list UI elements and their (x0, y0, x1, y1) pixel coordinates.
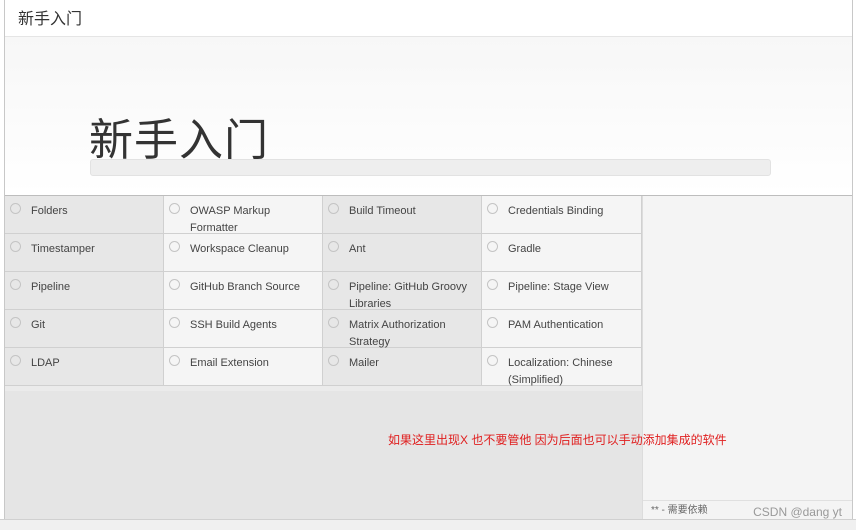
plugin-item: PAM Authentication (482, 310, 642, 348)
plugin-name: Pipeline (31, 281, 71, 293)
status-circle-icon (10, 355, 21, 366)
page-title: 新手入门 (18, 11, 83, 28)
status-circle-icon (169, 203, 180, 214)
status-circle-icon (10, 241, 21, 252)
status-circle-icon (487, 279, 498, 290)
plugin-item: SSH Build Agents (164, 310, 323, 348)
plugin-item: Git (5, 310, 164, 348)
annotation-note: 如果这里出现X 也不要管他 因为后面也可以手动添加集成的软件 (388, 433, 727, 447)
status-circle-icon (10, 203, 21, 214)
plugin-name: Pipeline: GitHub Groovy Libraries (349, 281, 467, 310)
plugin-item: Matrix Authorization Strategy (323, 310, 482, 348)
dependency-legend: ** - 需要依赖 (651, 505, 708, 516)
plugin-item: Build Timeout (323, 196, 482, 234)
plugin-grid: Folders OWASP Markup Formatter Build Timeo… (5, 196, 642, 386)
plugin-name: Matrix Authorization Strategy (349, 319, 446, 348)
status-circle-icon (169, 355, 180, 366)
plugin-item: Mailer (323, 348, 482, 386)
plugin-name: Folders (31, 205, 68, 217)
plugin-name: Timestamper (31, 243, 95, 255)
plugin-name: Localization: Chinese (Simplified) (508, 357, 613, 386)
plugin-item: Credentials Binding (482, 196, 642, 234)
install-progress-bar (90, 159, 771, 176)
watermark-text: CSDN @dang yt (753, 505, 842, 519)
hero-header: 新手入门 (5, 37, 852, 196)
setup-wizard-frame: 新手入门 新手入门 Folders OWASP Markup Formatter B… (0, 0, 856, 530)
status-circle-icon (487, 317, 498, 328)
status-circle-icon (487, 241, 498, 252)
plugin-item: Email Extension (164, 348, 323, 386)
plugin-item: Pipeline: Stage View (482, 272, 642, 310)
status-circle-icon (328, 203, 339, 214)
status-circle-icon (10, 279, 21, 290)
status-circle-icon (169, 279, 180, 290)
plugin-name: Build Timeout (349, 205, 416, 217)
status-circle-icon (487, 203, 498, 214)
plugin-item: Pipeline: GitHub Groovy Libraries (323, 272, 482, 310)
plugin-item: OWASP Markup Formatter (164, 196, 323, 234)
plugin-item: GitHub Branch Source (164, 272, 323, 310)
status-circle-icon (328, 355, 339, 366)
plugin-item: Gradle (482, 234, 642, 272)
plugin-name: Gradle (508, 243, 542, 255)
status-circle-icon (169, 317, 180, 328)
status-circle-icon (328, 317, 339, 328)
plugin-name: Git (31, 319, 46, 331)
plugin-name: OWASP Markup Formatter (190, 205, 271, 234)
install-log-area (5, 391, 642, 519)
status-circle-icon (328, 241, 339, 252)
plugin-name: Credentials Binding (508, 205, 604, 217)
plugin-item: LDAP (5, 348, 164, 386)
plugin-item: Workspace Cleanup (164, 234, 323, 272)
plugin-name: Pipeline: Stage View (508, 281, 609, 293)
plugin-item: Pipeline (5, 272, 164, 310)
plugin-name: PAM Authentication (508, 319, 604, 331)
plugin-name: Mailer (349, 357, 379, 369)
plugin-install-area: Folders OWASP Markup Formatter Build Timeo… (5, 196, 852, 519)
install-details-panel: ** - 需要依赖 (642, 196, 852, 519)
plugin-name: Ant (349, 243, 366, 255)
plugin-name: Workspace Cleanup (190, 243, 289, 255)
top-bar: 新手入门 (5, 0, 852, 37)
plugin-name: Email Extension (190, 357, 269, 369)
frame-right-border (852, 0, 853, 519)
plugin-item: Localization: Chinese (Simplified) (482, 348, 642, 386)
plugin-name: LDAP (31, 357, 60, 369)
bottom-bar (0, 519, 856, 530)
status-circle-icon (169, 241, 180, 252)
plugin-item: Timestamper (5, 234, 164, 272)
plugin-name: SSH Build Agents (190, 319, 277, 331)
plugin-name: GitHub Branch Source (190, 281, 301, 293)
status-circle-icon (328, 279, 339, 290)
status-circle-icon (487, 355, 498, 366)
plugin-item: Ant (323, 234, 482, 272)
plugin-item: Folders (5, 196, 164, 234)
status-circle-icon (10, 317, 21, 328)
